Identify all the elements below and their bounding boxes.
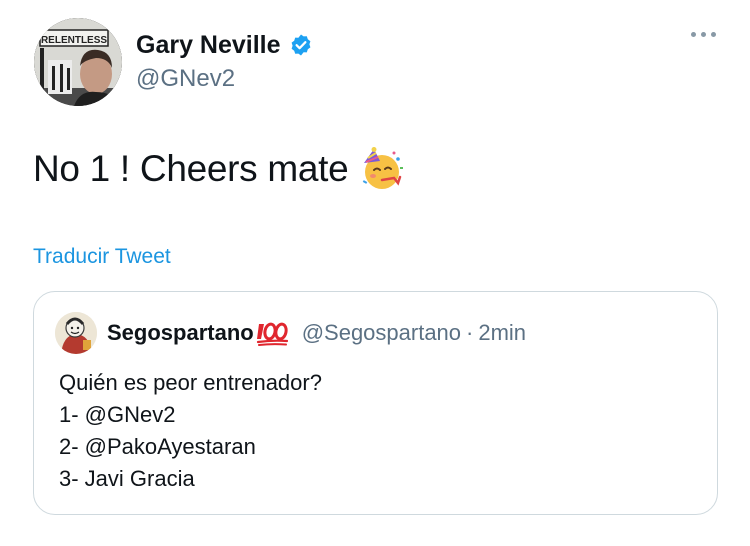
quoted-tweet-text: Quién es peor entrenador? 1- @GNev2 2- @…: [59, 367, 322, 495]
author-name[interactable]: Gary Neville: [136, 30, 313, 60]
quoted-tweet-header: Segospartano @Segospartano · 2min: [107, 319, 526, 347]
hundred-points-emoji-icon: [256, 320, 288, 346]
quoted-author-avatar: [55, 312, 97, 354]
quoted-text-line: 1- @GNev2: [59, 402, 176, 427]
more-dot: [711, 32, 716, 37]
avatar-lettering: RELENTLESS: [41, 35, 107, 46]
author-avatar[interactable]: RELENTLESS: [34, 18, 122, 106]
tweet-text: No 1 ! Cheers mate: [33, 146, 404, 192]
separator-dot: ·: [466, 320, 474, 345]
quoted-tweet-time[interactable]: 2min: [478, 319, 526, 347]
quoted-author-name[interactable]: Segospartano: [107, 319, 254, 347]
quoted-text-line: 3- Javi Gracia: [59, 466, 195, 491]
tweet-card: RELENTLESS Gary Neville @GNev2 No 1 ! Ch…: [0, 0, 750, 546]
quoted-text-line: Quién es peor entrenador?: [59, 370, 322, 395]
more-options-icon[interactable]: [691, 32, 716, 37]
quoted-avatar-image: [55, 312, 97, 354]
quoted-author-handle[interactable]: @Segospartano: [302, 319, 461, 347]
translate-tweet-link[interactable]: Traducir Tweet: [33, 244, 171, 270]
verified-badge-icon: [289, 33, 313, 57]
partying-face-emoji-icon: [360, 147, 404, 191]
more-dot: [691, 32, 696, 37]
more-dot: [701, 32, 706, 37]
quoted-text-line: 2- @PakoAyestaran: [59, 434, 256, 459]
quoted-tweet[interactable]: Segospartano @Segospartano · 2min Quién …: [33, 291, 718, 515]
author-name-text: Gary Neville: [136, 31, 281, 59]
author-avatar-image: RELENTLESS: [34, 18, 122, 106]
author-handle[interactable]: @GNev2: [136, 64, 235, 94]
tweet-text-content: No 1 ! Cheers mate: [33, 148, 349, 189]
